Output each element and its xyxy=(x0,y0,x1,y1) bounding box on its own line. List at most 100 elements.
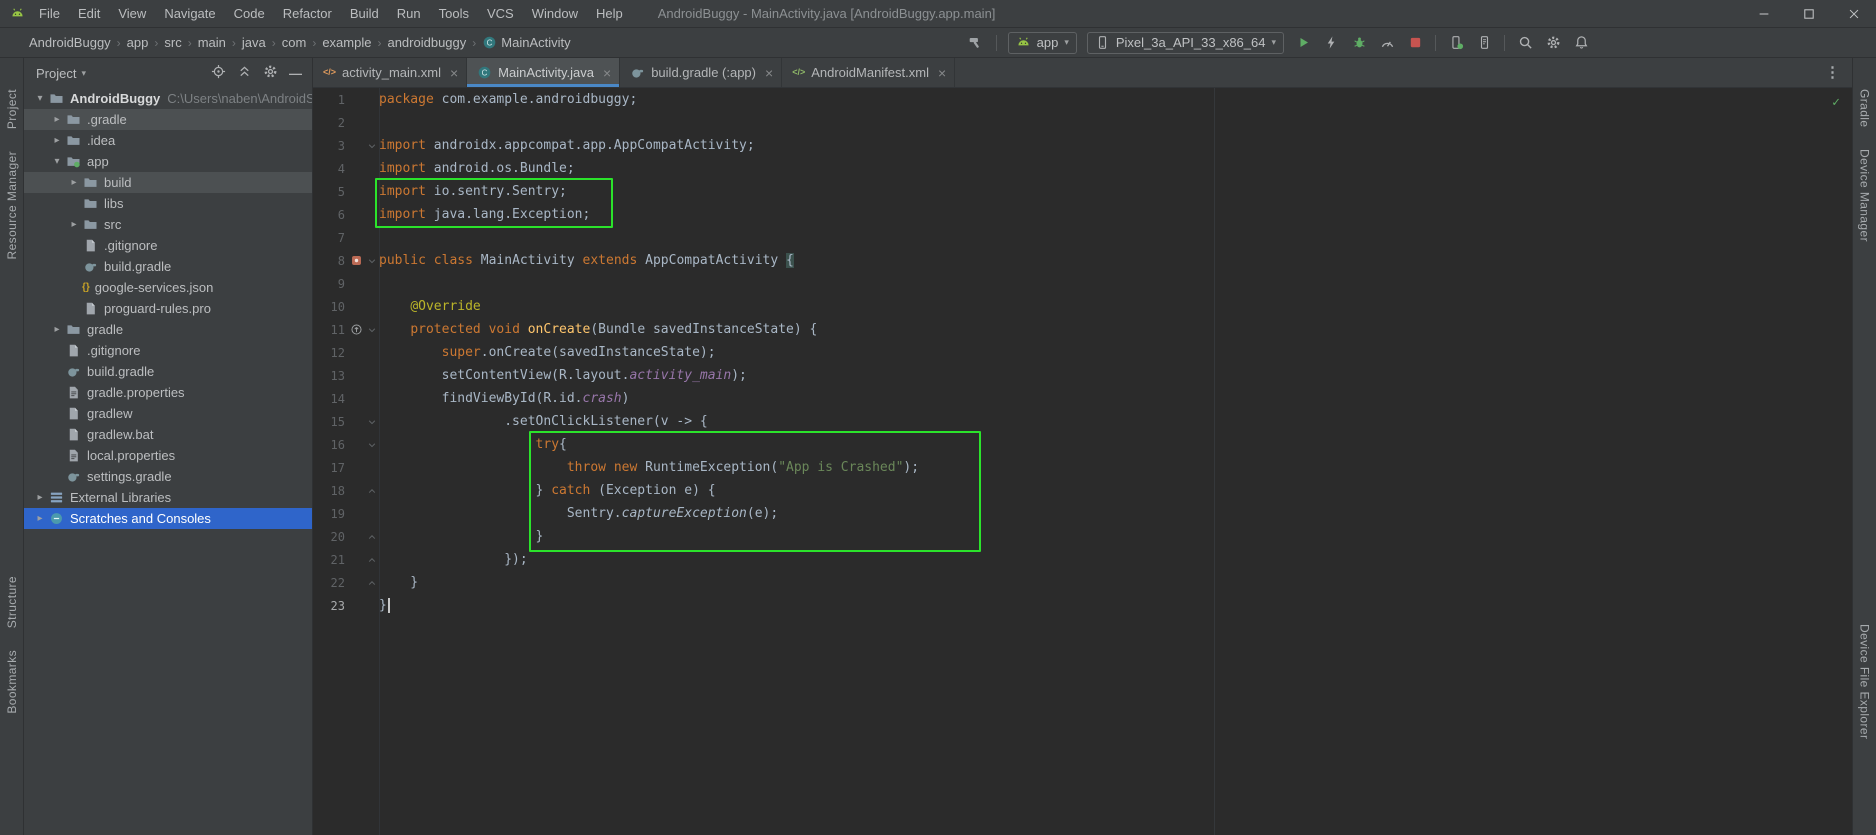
code-line-19[interactable]: 19 Sentry.captureException(e); xyxy=(313,502,1852,525)
code-line-8[interactable]: 8 public class MainActivity extends AppCo… xyxy=(313,249,1852,272)
breadcrumb-mainactivity[interactable]: C MainActivity xyxy=(481,35,571,50)
search-button[interactable] xyxy=(1512,31,1538,55)
check-icon[interactable]: ✓ xyxy=(1832,96,1840,109)
tree-item-external-libraries[interactable]: ▸ External Libraries xyxy=(24,487,312,508)
code-line-2[interactable]: 2 xyxy=(313,111,1852,134)
breadcrumb-androidbuggy[interactable]: AndroidBuggy xyxy=(28,35,112,50)
fold-marker[interactable] xyxy=(365,141,379,151)
settings-button[interactable] xyxy=(263,64,278,82)
close-button[interactable] xyxy=(1831,0,1876,27)
code-line-17[interactable]: 17 throw new RuntimeException("App is Cr… xyxy=(313,456,1852,479)
code-line-14[interactable]: 14 findViewById(R.id.crash) xyxy=(313,387,1852,410)
tree-item-gradlew[interactable]: gradlew xyxy=(24,403,312,424)
fold-marker[interactable] xyxy=(365,578,379,588)
fold-up-icon[interactable] xyxy=(367,555,377,565)
tree-item-gitignore[interactable]: .gitignore xyxy=(24,340,312,361)
line-number[interactable]: 1 xyxy=(313,93,347,107)
close-tab-icon[interactable]: × xyxy=(765,66,773,80)
expander-closed-icon[interactable]: ▸ xyxy=(49,114,65,125)
line-number[interactable]: 21 xyxy=(313,553,347,567)
expander-closed-icon[interactable]: ▸ xyxy=(66,219,82,230)
fold-down-icon[interactable] xyxy=(367,256,377,266)
gutter-icon-slot[interactable] xyxy=(347,323,365,336)
line-number[interactable]: 20 xyxy=(313,530,347,544)
fold-marker[interactable] xyxy=(365,256,379,266)
expander-closed-icon[interactable]: ▸ xyxy=(49,324,65,335)
tab-activity-main-xml[interactable]: </> activity_main.xml × xyxy=(313,58,468,87)
tree-item-build-gradle[interactable]: build.gradle xyxy=(24,361,312,382)
expander-closed-icon[interactable]: ▸ xyxy=(32,513,48,524)
menu-run[interactable]: Run xyxy=(388,0,430,27)
maximize-button[interactable] xyxy=(1786,0,1831,27)
tree-item-src[interactable]: ▸ src xyxy=(24,214,312,235)
fold-marker[interactable] xyxy=(365,486,379,496)
line-number[interactable]: 15 xyxy=(313,415,347,429)
fold-marker[interactable] xyxy=(365,440,379,450)
fold-marker[interactable] xyxy=(365,417,379,427)
tree-item-libs[interactable]: libs xyxy=(24,193,312,214)
code-line-20[interactable]: 20 } xyxy=(313,525,1852,548)
fold-marker[interactable] xyxy=(365,555,379,565)
tree-item-gradle[interactable]: ▸ .gradle xyxy=(24,109,312,130)
line-number[interactable]: 8 xyxy=(313,254,347,268)
code-line-22[interactable]: 22 } xyxy=(313,571,1852,594)
tree-item-gradlew-bat[interactable]: gradlew.bat xyxy=(24,424,312,445)
tree-item-androidbuggy[interactable]: ▾ AndroidBuggy C:\Users\naben\AndroidStud xyxy=(24,88,312,109)
device-select[interactable]: Pixel_3a_API_33_x86_64 ▾ xyxy=(1086,31,1284,54)
line-number[interactable]: 6 xyxy=(313,208,347,222)
tab-options-button[interactable]: ⋮ xyxy=(1813,58,1852,87)
breadcrumb-main[interactable]: main xyxy=(197,35,227,50)
apply-changes-button[interactable] xyxy=(1318,31,1344,55)
locate-button[interactable] xyxy=(211,64,226,82)
expander-open-icon[interactable]: ▾ xyxy=(49,156,65,167)
code-editor[interactable]: 1 package com.example.androidbuggy; 2 3 impo… xyxy=(313,88,1852,835)
tool-window-button-structure[interactable]: Structure xyxy=(5,576,19,628)
code-line-3[interactable]: 3 import androidx.appcompat.app.AppCompat… xyxy=(313,134,1852,157)
hide-button[interactable]: — xyxy=(289,66,302,81)
fold-up-icon[interactable] xyxy=(367,486,377,496)
close-tab-icon[interactable]: × xyxy=(450,66,458,80)
run-configuration-select[interactable]: app ▾ xyxy=(1007,31,1077,54)
code-line-7[interactable]: 7 xyxy=(313,226,1852,249)
code-line-12[interactable]: 12 super.onCreate(savedInstanceState); xyxy=(313,341,1852,364)
menu-edit[interactable]: Edit xyxy=(69,0,109,27)
line-number[interactable]: 14 xyxy=(313,392,347,406)
code-line-15[interactable]: 15 .setOnClickListener(v -> { xyxy=(313,410,1852,433)
fold-up-icon[interactable] xyxy=(367,578,377,588)
fold-down-icon[interactable] xyxy=(367,417,377,427)
notifications-button[interactable] xyxy=(1568,31,1594,55)
tree-item-local-properties[interactable]: local.properties xyxy=(24,445,312,466)
close-tab-icon[interactable]: × xyxy=(603,66,611,80)
line-number[interactable]: 11 xyxy=(313,323,347,337)
fold-down-icon[interactable] xyxy=(367,141,377,151)
breadcrumb-androidbuggy[interactable]: androidbuggy xyxy=(386,35,467,50)
override-icon[interactable] xyxy=(350,323,363,336)
line-number[interactable]: 5 xyxy=(313,185,347,199)
class-marker-icon[interactable] xyxy=(350,254,363,267)
code-line-6[interactable]: 6 import java.lang.Exception; xyxy=(313,203,1852,226)
code-line-9[interactable]: 9 xyxy=(313,272,1852,295)
menu-view[interactable]: View xyxy=(109,0,155,27)
project-view-selector[interactable]: Project ▾ xyxy=(36,66,86,81)
fold-marker[interactable] xyxy=(365,325,379,335)
breadcrumb-app[interactable]: app xyxy=(126,35,150,50)
inspections-ok-icon[interactable]: ✓ xyxy=(1832,95,1840,110)
expander-open-icon[interactable]: ▾ xyxy=(32,93,48,104)
menu-help[interactable]: Help xyxy=(587,0,632,27)
stop-button[interactable] xyxy=(1402,31,1428,55)
line-number[interactable]: 19 xyxy=(313,507,347,521)
line-number[interactable]: 3 xyxy=(313,139,347,153)
menu-file[interactable]: File xyxy=(30,0,69,27)
logcat-button[interactable] xyxy=(1471,31,1497,55)
line-number[interactable]: 17 xyxy=(313,461,347,475)
expander-closed-icon[interactable]: ▸ xyxy=(66,177,82,188)
tab-mainactivity-java[interactable]: C MainActivity.java × xyxy=(467,58,621,87)
breadcrumb-java[interactable]: java xyxy=(241,35,267,50)
menu-tools[interactable]: Tools xyxy=(430,0,478,27)
menu-navigate[interactable]: Navigate xyxy=(155,0,224,27)
tool-window-button-device-manager[interactable]: Device Manager xyxy=(1858,149,1872,242)
fold-down-icon[interactable] xyxy=(367,325,377,335)
fold-marker[interactable] xyxy=(365,532,379,542)
expander-closed-icon[interactable]: ▸ xyxy=(49,135,65,146)
tool-window-button-device-file-explorer[interactable]: Device File Explorer xyxy=(1858,624,1872,739)
